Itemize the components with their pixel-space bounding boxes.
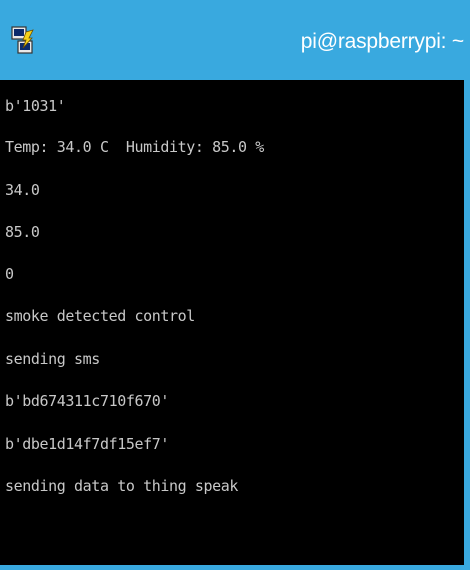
terminal-line: sending data to thing speak [5,477,239,495]
terminal-line: Temp: 34.0 C Humidity: 85.0 % [5,138,264,156]
terminal-window: pi@raspberrypi: ~ b'1031' Temp: 34.0 C H… [0,0,470,570]
terminal-line: 34.0 [5,181,40,199]
terminal-line: b'dbe1d14f7df15ef7' [5,435,169,453]
terminal-line: 85.0 [5,223,40,241]
putty-icon[interactable] [11,26,35,56]
terminal-line: 0 [5,265,14,283]
terminal-line: b'bd674311c710f670' [5,392,169,410]
terminal-line: b'1031' [5,97,66,115]
terminal-line: sending sms [5,350,100,368]
title-bar[interactable]: pi@raspberrypi: ~ [0,0,470,80]
terminal-output[interactable]: b'1031' Temp: 34.0 C Humidity: 85.0 % 34… [0,80,470,570]
window-title: pi@raspberrypi: ~ [300,30,464,53]
terminal-line: smoke detected control [5,307,195,325]
